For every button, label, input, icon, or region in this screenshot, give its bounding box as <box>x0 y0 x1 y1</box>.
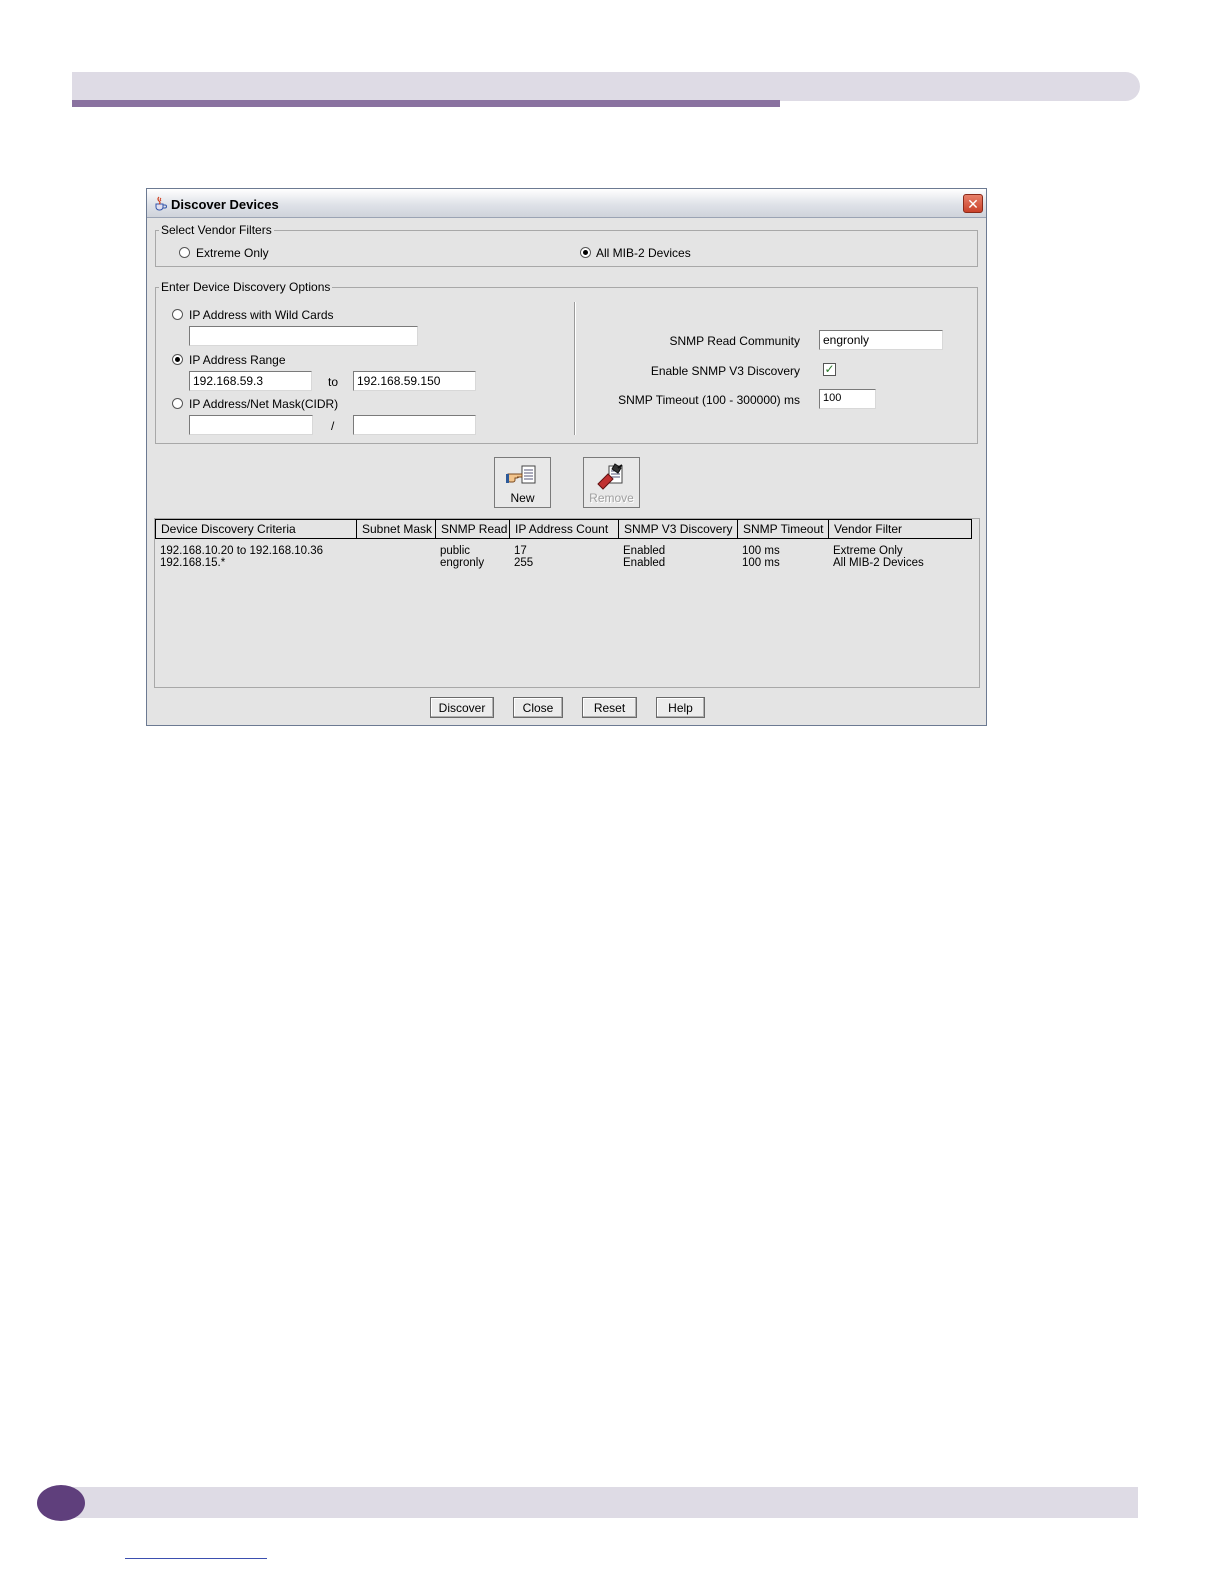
all-mib2-devices-label[interactable]: All MIB-2 Devices <box>596 246 691 260</box>
table-row[interactable]: 192.168.10.20 to 192.168.10.36 public 17… <box>155 545 972 557</box>
discover-devices-dialog: Discover Devices ✕ Select Vendor Filters… <box>146 188 987 726</box>
all-mib2-devices-radio[interactable] <box>580 247 591 258</box>
close-button[interactable]: Close <box>513 697 563 718</box>
extreme-only-label[interactable]: Extreme Only <box>196 246 269 260</box>
snmp-timeout-input[interactable]: 100 <box>819 389 876 409</box>
snmp-timeout-label: SNMP Timeout (100 - 300000) ms <box>618 393 800 407</box>
cidr-label[interactable]: IP Address/Net Mask(CIDR) <box>189 397 338 411</box>
help-button[interactable]: Help <box>656 697 705 718</box>
options-divider <box>574 302 575 435</box>
table-cell: 192.168.15.* <box>160 557 226 569</box>
new-criteria-button[interactable]: New <box>494 457 551 508</box>
table-cell: 255 <box>514 557 534 569</box>
page-header-band <box>72 72 1140 101</box>
range-to-label: to <box>328 375 339 389</box>
range-radio[interactable] <box>172 354 183 365</box>
dialog-titlebar[interactable]: Discover Devices ✕ <box>147 189 986 218</box>
table-cell <box>356 557 435 569</box>
column-header[interactable]: IP Address Count <box>510 520 619 538</box>
footer-link-underline[interactable] <box>125 1558 267 1559</box>
table-header: Device Discovery Criteria Subnet Mask SN… <box>155 519 972 539</box>
column-header[interactable]: SNMP Timeout <box>738 520 829 538</box>
table-cell: 17 <box>514 545 527 557</box>
cidr-address-input[interactable] <box>189 415 313 435</box>
vendor-filters-legend: Select Vendor Filters <box>159 223 274 237</box>
remove-button-label: Remove <box>589 491 634 505</box>
table-cell: public <box>440 545 471 557</box>
new-button-label: New <box>510 491 535 505</box>
range-from-input[interactable]: 192.168.59.3 <box>189 371 312 391</box>
table-cell: All MIB-2 Devices <box>833 557 924 569</box>
table-cell: Extreme Only <box>833 545 903 557</box>
cidr-radio[interactable] <box>172 398 183 409</box>
wildcard-label[interactable]: IP Address with Wild Cards <box>189 308 334 322</box>
column-header[interactable]: Subnet Mask <box>357 520 436 538</box>
wildcard-input[interactable] <box>189 326 418 346</box>
snmp-read-community-input[interactable]: engronly <box>819 330 943 350</box>
remove-eraser-document-icon <box>597 463 623 490</box>
java-cup-icon <box>155 196 167 211</box>
range-to-input[interactable]: 192.168.59.150 <box>353 371 476 391</box>
table-cell: 192.168.10.20 to 192.168.10.36 <box>160 545 324 557</box>
remove-criteria-button[interactable]: Remove <box>583 457 640 508</box>
column-header[interactable]: SNMP Read <box>436 520 510 538</box>
vendor-filters-group: Select Vendor Filters Extreme Only All M… <box>155 223 978 267</box>
table-cell: 100 ms <box>742 545 780 557</box>
column-header[interactable]: SNMP V3 Discovery <box>619 520 738 538</box>
column-header[interactable]: Device Discovery Criteria <box>156 520 357 538</box>
page-header-accent-bar <box>72 100 780 107</box>
page-footer-band <box>60 1487 1138 1518</box>
table-cell: engronly <box>440 557 485 569</box>
reset-button[interactable]: Reset <box>582 697 637 718</box>
new-hand-document-icon <box>506 465 536 484</box>
dialog-title: Discover Devices <box>171 197 279 212</box>
discovery-options-group: Enter Device Discovery Options IP Addres… <box>155 280 978 444</box>
cidr-separator: / <box>331 419 335 433</box>
table-cell: Enabled <box>623 557 666 569</box>
extreme-only-radio[interactable] <box>179 247 190 258</box>
table-cell: Enabled <box>623 545 666 557</box>
table-row[interactable]: 192.168.15.* engronly 255 Enabled 100 ms… <box>155 557 972 569</box>
table-cell <box>356 545 435 557</box>
column-header[interactable]: Vendor Filter <box>829 520 971 538</box>
table-cell: 100 ms <box>742 557 780 569</box>
snmp-read-community-label: SNMP Read Community <box>669 334 801 348</box>
range-label[interactable]: IP Address Range <box>189 353 286 367</box>
cidr-mask-input[interactable] <box>353 415 476 435</box>
close-icon[interactable]: ✕ <box>963 194 983 213</box>
discovery-options-legend: Enter Device Discovery Options <box>159 280 333 294</box>
discover-button[interactable]: Discover <box>430 697 494 718</box>
wildcard-radio[interactable] <box>172 309 183 320</box>
criteria-table[interactable]: Device Discovery Criteria Subnet Mask SN… <box>154 518 980 688</box>
snmp-v3-checkbox[interactable]: ✓ <box>823 363 836 376</box>
page-number-badge <box>37 1485 85 1521</box>
snmp-v3-label: Enable SNMP V3 Discovery <box>650 364 800 378</box>
